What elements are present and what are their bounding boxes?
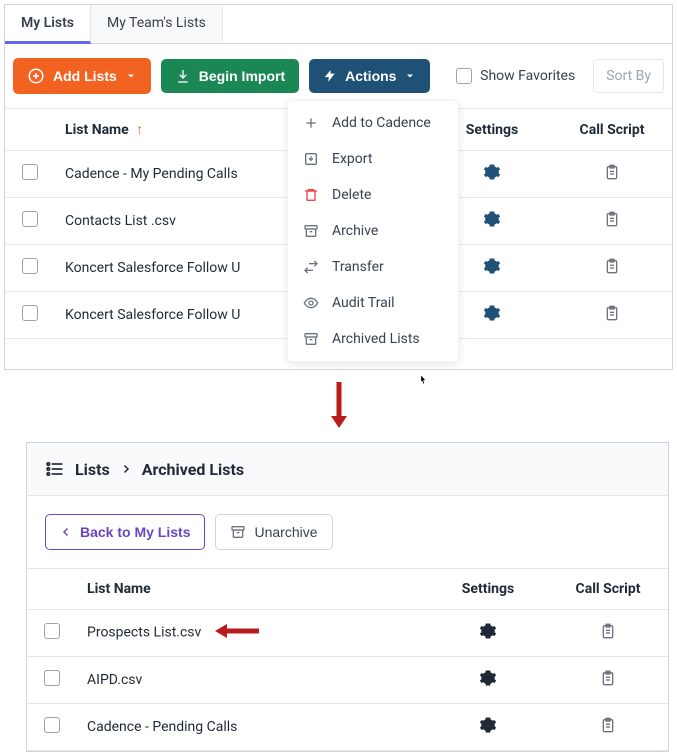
show-favorites-toggle[interactable]: Show Favorites [456,68,575,84]
menu-label: Audit Trail [332,295,395,311]
list-name: Prospects List.csv [87,625,201,641]
menu-delete[interactable]: Delete [288,177,458,213]
chevron-down-icon [404,70,416,82]
call-script-button[interactable] [552,198,672,245]
settings-button[interactable] [428,610,548,657]
add-lists-label: Add Lists [53,68,117,84]
row-checkbox[interactable] [22,258,38,274]
call-script-button[interactable] [552,245,672,292]
chevron-down-icon [125,70,137,82]
menu-label: Archived Lists [332,331,420,347]
list-name: Koncert Salesforce Follow U [65,307,240,323]
actions-label: Actions [345,68,396,84]
col-call-script: Call Script [576,581,641,597]
col-settings: Settings [466,122,518,138]
breadcrumb: Lists Archived Lists [27,443,668,496]
chevron-left-icon [60,526,72,538]
add-lists-button[interactable]: Add Lists [13,58,151,94]
menu-transfer[interactable]: Transfer [288,249,458,285]
checkbox-icon [456,68,472,84]
menu-archive[interactable]: Archive [288,213,458,249]
cursor-pointer-icon [414,372,432,396]
breadcrumb-lists[interactable]: Lists [75,460,110,479]
table-row[interactable]: Prospects List.csv [27,610,668,657]
unarchive-button[interactable]: Unarchive [215,514,332,550]
add-list-icon [27,67,45,85]
tab-team-lists[interactable]: My Team's Lists [91,5,223,43]
plus-icon [302,115,320,131]
list-name: Contacts List .csv [65,213,176,229]
begin-import-label: Begin Import [199,68,285,84]
archived-lists-table: List Name Settings Call Script Prospects… [27,568,668,751]
archived-icon [302,331,320,347]
col-settings: Settings [462,581,514,597]
back-to-my-lists-button[interactable]: Back to My Lists [45,514,205,550]
menu-label: Archive [332,223,378,239]
settings-button[interactable] [428,704,548,751]
lightning-icon [323,69,337,83]
tab-my-lists[interactable]: My Lists [5,5,91,44]
archived-toolbar: Back to My Lists Unarchive [27,496,668,568]
list-icon [45,459,65,479]
unarchive-label: Unarchive [254,524,317,540]
begin-import-button[interactable]: Begin Import [161,59,299,93]
row-checkbox[interactable] [22,211,38,227]
transfer-icon [302,259,320,275]
row-checkbox[interactable] [22,305,38,321]
col-list-name: List Name [87,581,151,597]
menu-label: Add to Cadence [332,115,431,131]
call-script-button[interactable] [548,610,668,657]
actions-dropdown: Add to Cadence Export Delete Archive Tra… [287,100,459,362]
menu-label: Export [332,151,372,167]
col-list-name[interactable]: List Name [65,122,129,138]
archived-lists-panel: Lists Archived Lists Back to My Lists Un… [26,442,669,752]
menu-add-to-cadence[interactable]: Add to Cadence [288,105,458,141]
call-script-button[interactable] [548,704,668,751]
annotation-arrow-left-icon [213,622,261,644]
breadcrumb-archived: Archived Lists [142,460,244,479]
list-name: AIPD.csv [87,672,142,688]
annotation-arrow-down-icon [4,380,673,434]
row-checkbox[interactable] [44,670,60,686]
table-row[interactable]: AIPD.csv [27,657,668,704]
row-checkbox[interactable] [22,164,38,180]
chevron-right-icon [120,460,132,479]
actions-button[interactable]: Actions [309,59,430,93]
export-icon [302,151,320,167]
list-name: Cadence - My Pending Calls [65,166,238,182]
trash-icon [302,187,320,203]
toolbar: Add Lists Begin Import Actions Show Favo… [5,44,672,108]
list-name: Koncert Salesforce Follow U [65,260,240,276]
back-label: Back to My Lists [80,524,190,540]
sort-by-button[interactable]: Sort By [593,59,664,93]
menu-label: Delete [332,187,371,203]
sort-asc-icon: ↑ [136,122,143,138]
call-script-button[interactable] [552,292,672,339]
call-script-button[interactable] [552,151,672,198]
menu-archived-lists[interactable]: Archived Lists [288,321,458,357]
menu-export[interactable]: Export [288,141,458,177]
import-icon [175,68,191,84]
lists-panel: My Lists My Team's Lists Add Lists Begin… [4,4,673,370]
eye-icon [302,295,320,311]
tabs: My Lists My Team's Lists [5,5,672,44]
unarchive-icon [230,524,246,540]
show-favorites-label: Show Favorites [480,68,575,84]
list-name: Cadence - Pending Calls [87,719,237,735]
call-script-button[interactable] [548,657,668,704]
menu-label: Transfer [332,259,384,275]
menu-audit-trail[interactable]: Audit Trail [288,285,458,321]
lists-table-wrap: List Name ↑ Settings Call Script Cadence… [5,108,672,369]
row-checkbox[interactable] [44,717,60,733]
settings-button[interactable] [428,657,548,704]
archive-icon [302,223,320,239]
table-row[interactable]: Cadence - Pending Calls [27,704,668,751]
col-call-script: Call Script [580,122,645,138]
row-checkbox[interactable] [44,623,60,639]
